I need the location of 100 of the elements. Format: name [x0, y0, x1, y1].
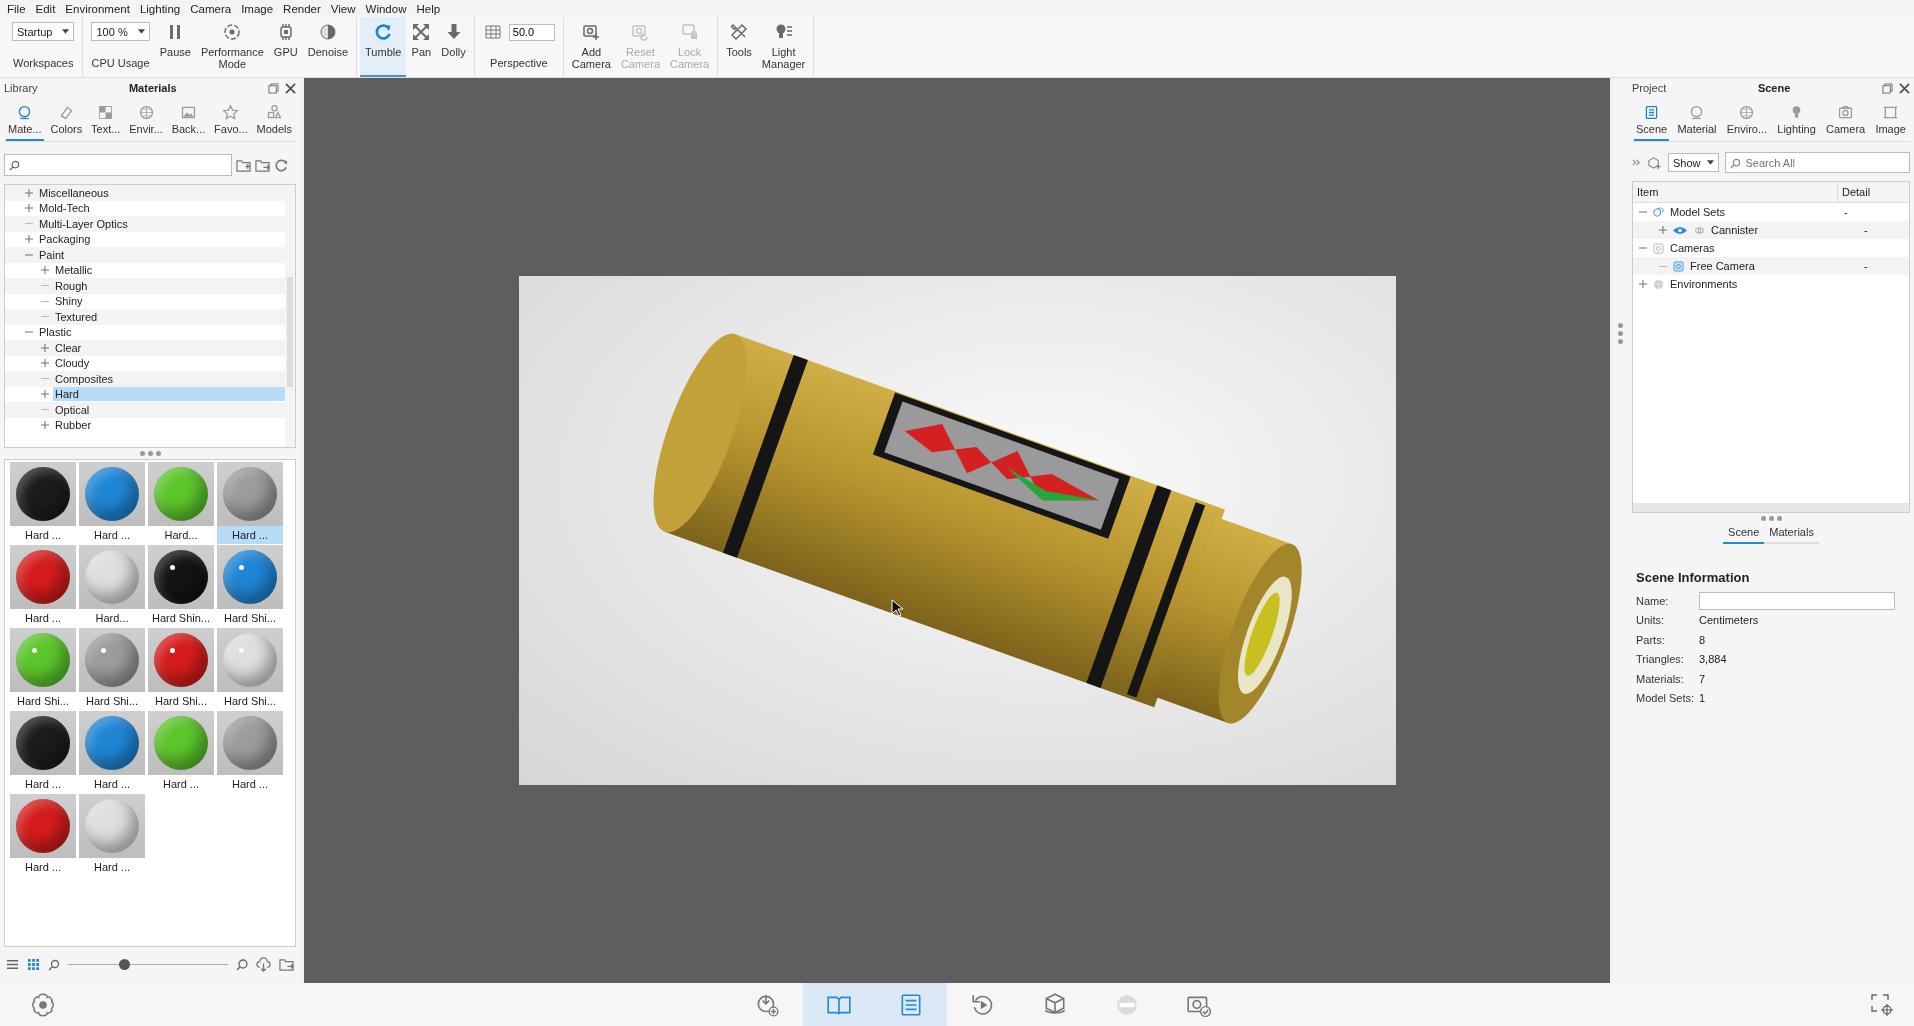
expand-icon[interactable]	[1639, 280, 1647, 288]
project-tab[interactable]: Material	[1675, 102, 1719, 141]
material-name[interactable]: Hard ...	[217, 526, 283, 544]
tree-item[interactable]: Model Sets	[1670, 206, 1726, 218]
material-thumbnail[interactable]	[79, 628, 145, 692]
expand-icon[interactable]	[41, 390, 49, 399]
tree-item[interactable]: Cameras	[1670, 242, 1715, 254]
material-name[interactable]: Hard Shi...	[217, 609, 283, 627]
material-thumbnail[interactable]	[148, 628, 214, 692]
material-name[interactable]: Hard ...	[217, 775, 283, 793]
material-thumbnail[interactable]	[217, 462, 283, 526]
folder-arrow-icon[interactable]	[279, 957, 294, 972]
tree-item[interactable]: Environments	[1670, 278, 1738, 290]
toolbar-button[interactable]: Pause	[154, 17, 196, 77]
material-name[interactable]: Hard ...	[10, 609, 76, 627]
add-item-icon[interactable]	[1647, 155, 1662, 170]
tree-item[interactable]: Plastic	[37, 325, 285, 340]
toolbar-button[interactable]: Performance Mode	[195, 17, 269, 77]
dock-button[interactable]	[803, 983, 875, 1026]
tree-item[interactable]: Shiny	[53, 294, 285, 309]
menu-item[interactable]: File	[2, 2, 31, 15]
material-name[interactable]: Hard Shi...	[79, 692, 145, 710]
material-name[interactable]: Hard ...	[79, 858, 145, 876]
refresh-icon[interactable]	[274, 157, 289, 173]
expand-icon[interactable]	[41, 359, 49, 368]
restore-icon[interactable]	[1882, 82, 1893, 94]
material-name[interactable]: Hard Shi...	[217, 692, 283, 710]
dropdown[interactable]: 100 %	[91, 22, 150, 41]
column-header[interactable]: Item	[1633, 182, 1837, 202]
gear-icon[interactable]	[30, 991, 56, 1018]
eye-icon[interactable]	[1672, 225, 1688, 235]
material-thumbnail[interactable]	[79, 711, 145, 775]
toolbar-button[interactable]: Light Manager	[756, 17, 811, 77]
material-thumbnail[interactable]	[79, 462, 145, 526]
material-thumbnail[interactable]	[10, 462, 76, 526]
horizontal-scrollbar[interactable]	[1633, 503, 1909, 512]
close-icon[interactable]	[285, 82, 296, 94]
toolbar-button[interactable]: Add Camera	[566, 17, 616, 77]
material-name[interactable]: Hard ...	[10, 858, 76, 876]
toolbar-button[interactable]: Pan	[406, 17, 437, 77]
project-tab[interactable]: Camera	[1824, 102, 1868, 141]
expand-icon[interactable]	[1659, 226, 1667, 234]
material-thumbnail[interactable]	[79, 545, 145, 609]
panel-tab[interactable]: Materials	[1764, 524, 1819, 544]
material-thumbnail[interactable]	[10, 711, 76, 775]
material-name[interactable]: Hard Shi...	[148, 692, 214, 710]
close-icon[interactable]	[1899, 82, 1910, 94]
material-thumbnail[interactable]	[10, 794, 76, 858]
library-tab[interactable]: Mate...	[6, 102, 44, 141]
column-header[interactable]: Detail	[1837, 182, 1909, 202]
library-tab[interactable]: Text...	[89, 102, 123, 141]
toolbar-button[interactable]: GPU	[268, 17, 303, 77]
grid-icon[interactable]	[482, 22, 503, 42]
menu-item[interactable]: Window	[360, 2, 412, 15]
material-name[interactable]: Hard...	[79, 609, 145, 627]
tree-item[interactable]: Mold-Tech	[37, 201, 285, 216]
zoom-out-icon[interactable]	[48, 958, 60, 971]
show-dropdown[interactable]: Show	[1668, 153, 1719, 172]
tree-item[interactable]: Cloudy	[53, 356, 285, 371]
project-tab[interactable]: Scene	[1634, 102, 1670, 141]
tree-item[interactable]: Metallic	[53, 263, 285, 278]
library-tab[interactable]: Colors	[48, 102, 85, 141]
material-name[interactable]: Hard ...	[79, 775, 145, 793]
tree-item[interactable]: Hard	[53, 387, 285, 402]
list-view-icon[interactable]	[6, 958, 19, 971]
material-thumbnail[interactable]	[148, 711, 214, 775]
library-tab[interactable]: Favo...	[212, 102, 250, 141]
search-field[interactable]: Search All	[1724, 152, 1910, 173]
slider-thumb[interactable]	[119, 958, 130, 970]
material-thumbnail[interactable]	[10, 628, 76, 692]
collapse-icon[interactable]	[1639, 244, 1647, 252]
material-name[interactable]: Hard Shi...	[10, 692, 76, 710]
resize-handle[interactable]	[1618, 323, 1623, 344]
material-name[interactable]: Hard ...	[10, 775, 76, 793]
menu-item[interactable]: Environment	[60, 2, 135, 15]
dock-button[interactable]	[875, 983, 947, 1026]
expand-icon[interactable]	[25, 188, 33, 197]
material-name[interactable]: Hard ...	[10, 526, 76, 544]
material-thumbnail[interactable]	[10, 545, 76, 609]
material-thumbnail[interactable]	[79, 794, 145, 858]
viewport[interactable]	[304, 78, 1610, 983]
material-name[interactable]: Hard ...	[79, 526, 145, 544]
menu-item[interactable]: Lighting	[134, 2, 186, 15]
material-thumbnail[interactable]	[148, 462, 214, 526]
cloud-download-icon[interactable]	[256, 957, 271, 972]
expand-icon[interactable]	[25, 204, 33, 213]
expand-icon[interactable]	[41, 266, 49, 275]
library-tab[interactable]: Models	[254, 102, 294, 141]
panel-tab[interactable]: Scene	[1723, 524, 1765, 544]
folder-arrow-icon[interactable]	[255, 157, 270, 173]
name-field[interactable]	[1699, 591, 1895, 610]
fit-view-icon[interactable]	[1870, 992, 1894, 1017]
menu-item[interactable]: Camera	[185, 2, 237, 15]
material-thumbnail[interactable]	[217, 545, 283, 609]
menu-item[interactable]: Image	[236, 2, 279, 15]
project-tab[interactable]: Lighting	[1775, 102, 1818, 141]
grid-view-icon[interactable]	[27, 958, 40, 971]
material-name[interactable]: Hard ...	[148, 775, 214, 793]
menu-item[interactable]: View	[325, 2, 361, 15]
tree-item[interactable]: Free Camera	[1690, 260, 1755, 272]
